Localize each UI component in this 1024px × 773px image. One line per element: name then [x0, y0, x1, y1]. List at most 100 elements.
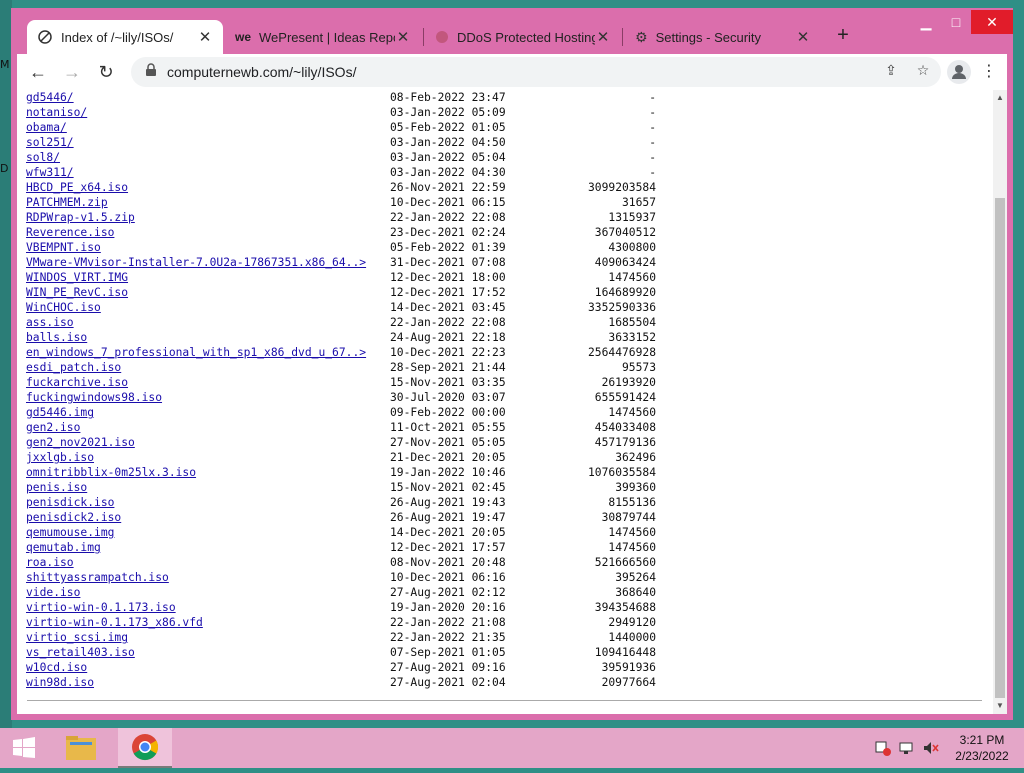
- file-date: 15-Nov-2021 03:35: [390, 376, 506, 389]
- close-icon[interactable]: ✕: [595, 28, 611, 46]
- listing-row: sol251/03-Jan-2022 04:50 -: [26, 135, 986, 150]
- browser-toolbar: ← → ↻ computernewb.com/~lily/ISOs/ ⇪ ☆ ⋮: [17, 54, 1007, 90]
- close-icon[interactable]: ✕: [395, 28, 411, 46]
- file-link[interactable]: gd5446/: [26, 90, 74, 105]
- close-icon[interactable]: ✕: [197, 28, 213, 46]
- file-link[interactable]: vs_retail403.iso: [26, 645, 135, 660]
- file-date: 19-Jan-2022 10:46: [390, 466, 506, 479]
- file-link[interactable]: RDPWrap-v1.5.zip: [26, 210, 135, 225]
- file-link[interactable]: HBCD_PE_x64.iso: [26, 180, 128, 195]
- file-link[interactable]: sol8/: [26, 150, 60, 165]
- browser-menu-button[interactable]: ⋮: [979, 60, 999, 84]
- file-explorer-icon[interactable]: [58, 728, 104, 768]
- file-link[interactable]: virtio-win-0.1.173_x86.vfd: [26, 615, 203, 630]
- file-link[interactable]: notaniso/: [26, 105, 87, 120]
- file-link[interactable]: ass.iso: [26, 315, 74, 330]
- file-link[interactable]: WINDOS_VIRT.IMG: [26, 270, 128, 285]
- file-link[interactable]: gd5446.img: [26, 405, 94, 420]
- taskbar: 3:21 PM 2/23/2022: [0, 728, 1024, 768]
- file-link[interactable]: VMware-VMvisor-Installer-7.0U2a-17867351…: [26, 255, 366, 270]
- file-link[interactable]: penisdick.iso: [26, 495, 114, 510]
- address-bar[interactable]: computernewb.com/~lily/ISOs/: [131, 57, 941, 87]
- file-link[interactable]: fuckarchive.iso: [26, 375, 128, 390]
- file-link[interactable]: balls.iso: [26, 330, 87, 345]
- network-icon[interactable]: [898, 740, 916, 756]
- file-date: 27-Nov-2021 05:05: [390, 436, 506, 449]
- listing-row: VMware-VMvisor-Installer-7.0U2a-17867351…: [26, 255, 986, 270]
- file-link[interactable]: PATCHMEM.zip: [26, 195, 108, 210]
- file-link[interactable]: win98d.iso: [26, 675, 94, 690]
- file-link[interactable]: qemumouse.img: [26, 525, 114, 540]
- file-link[interactable]: obama/: [26, 120, 67, 135]
- scroll-down-arrow-icon[interactable]: ▼: [993, 698, 1007, 714]
- file-folder-icon: [37, 29, 53, 45]
- file-date: 07-Sep-2021 01:05: [390, 646, 506, 659]
- vertical-scrollbar[interactable]: ▲ ▼: [993, 90, 1007, 714]
- file-link[interactable]: wfw311/: [26, 165, 74, 180]
- file-size: 1474560: [608, 541, 656, 554]
- tab-index-isos[interactable]: Index of /~lily/ISOs/ ✕: [27, 20, 223, 54]
- file-link[interactable]: shittyassrampatch.iso: [26, 570, 169, 585]
- scrollbar-thumb[interactable]: [995, 198, 1005, 698]
- file-link[interactable]: WinCHOC.iso: [26, 300, 101, 315]
- listing-row: VBEMPNT.iso 05-Feb-2022 01:39 4300800: [26, 240, 986, 255]
- share-icon[interactable]: ⇪: [881, 60, 901, 80]
- file-size: 2949120: [608, 616, 656, 629]
- file-date: 14-Dec-2021 20:05: [390, 526, 506, 539]
- file-size: 3633152: [608, 331, 656, 344]
- profile-avatar[interactable]: [947, 60, 971, 84]
- file-link[interactable]: penis.iso: [26, 480, 87, 495]
- file-link[interactable]: penisdick2.iso: [26, 510, 121, 525]
- file-size: 39591936: [601, 661, 656, 674]
- file-link[interactable]: esdi_patch.iso: [26, 360, 121, 375]
- tab-settings-security[interactable]: ⚙ Settings - Security ✕: [625, 20, 821, 54]
- bookmark-star-icon[interactable]: ☆: [913, 60, 933, 80]
- file-link[interactable]: w10cd.iso: [26, 660, 87, 675]
- maximize-button[interactable]: □: [941, 10, 971, 34]
- tab-wepresent[interactable]: we WePresent | Ideas Report ✕: [225, 20, 421, 54]
- file-link[interactable]: virtio-win-0.1.173.iso: [26, 600, 176, 615]
- file-size: 1076035584: [587, 466, 656, 479]
- file-size: 655591424: [594, 391, 656, 404]
- file-link[interactable]: omnitribblix-0m25lx.3.iso: [26, 465, 196, 480]
- file-link[interactable]: fuckingwindows98.iso: [26, 390, 162, 405]
- file-link[interactable]: gen2_nov2021.iso: [26, 435, 135, 450]
- file-link[interactable]: VBEMPNT.iso: [26, 240, 101, 255]
- scroll-up-arrow-icon[interactable]: ▲: [993, 90, 1007, 106]
- file-link[interactable]: en_windows_7_professional_with_sp1_x86_d…: [26, 345, 366, 360]
- file-link[interactable]: sol251/: [26, 135, 74, 150]
- volume-muted-icon[interactable]: [922, 740, 940, 756]
- close-icon[interactable]: ✕: [795, 28, 811, 46]
- file-link[interactable]: virtio_scsi.img: [26, 630, 128, 645]
- tab-ddos-hosting[interactable]: DDoS Protected Hosting ✕: [425, 20, 621, 54]
- new-tab-button[interactable]: +: [831, 24, 855, 48]
- file-date: 27-Aug-2021 02:12: [390, 586, 506, 599]
- windows-start-icon[interactable]: [12, 736, 36, 760]
- file-date: 19-Jan-2020 20:16: [390, 601, 506, 614]
- close-window-button[interactable]: ✕: [971, 10, 1013, 34]
- file-date: 12-Dec-2021 17:52: [390, 286, 506, 299]
- file-date: 23-Dec-2021 02:24: [390, 226, 506, 239]
- reload-button[interactable]: ↻: [93, 60, 119, 84]
- back-button[interactable]: ←: [25, 60, 51, 84]
- listing-row: jxxlgb.iso 21-Dec-2021 20:05 362496: [26, 450, 986, 465]
- listing-row: obama/05-Feb-2022 01:05 -: [26, 120, 986, 135]
- system-clock[interactable]: 3:21 PM 2/23/2022: [950, 732, 1014, 764]
- listing-row: gd5446/08-Feb-2022 23:47 -: [26, 90, 986, 105]
- file-date: 22-Jan-2022 22:08: [390, 211, 506, 224]
- file-date: 15-Nov-2021 02:45: [390, 481, 506, 494]
- forward-button[interactable]: →: [59, 60, 85, 84]
- file-date: 03-Jan-2022 04:50: [390, 136, 506, 149]
- file-link[interactable]: Reverence.iso: [26, 225, 114, 240]
- network-flag-icon[interactable]: [874, 740, 892, 756]
- file-link[interactable]: jxxlgb.iso: [26, 450, 94, 465]
- file-link[interactable]: WIN_PE_RevC.iso: [26, 285, 128, 300]
- file-link[interactable]: roa.iso: [26, 555, 74, 570]
- file-link[interactable]: vide.iso: [26, 585, 80, 600]
- file-link[interactable]: gen2.iso: [26, 420, 80, 435]
- file-size: 20977664: [601, 676, 656, 689]
- minimize-button[interactable]: ▁: [911, 10, 941, 34]
- chrome-icon[interactable]: [118, 728, 172, 768]
- file-link[interactable]: qemutab.img: [26, 540, 101, 555]
- file-date: 27-Aug-2021 09:16: [390, 661, 506, 674]
